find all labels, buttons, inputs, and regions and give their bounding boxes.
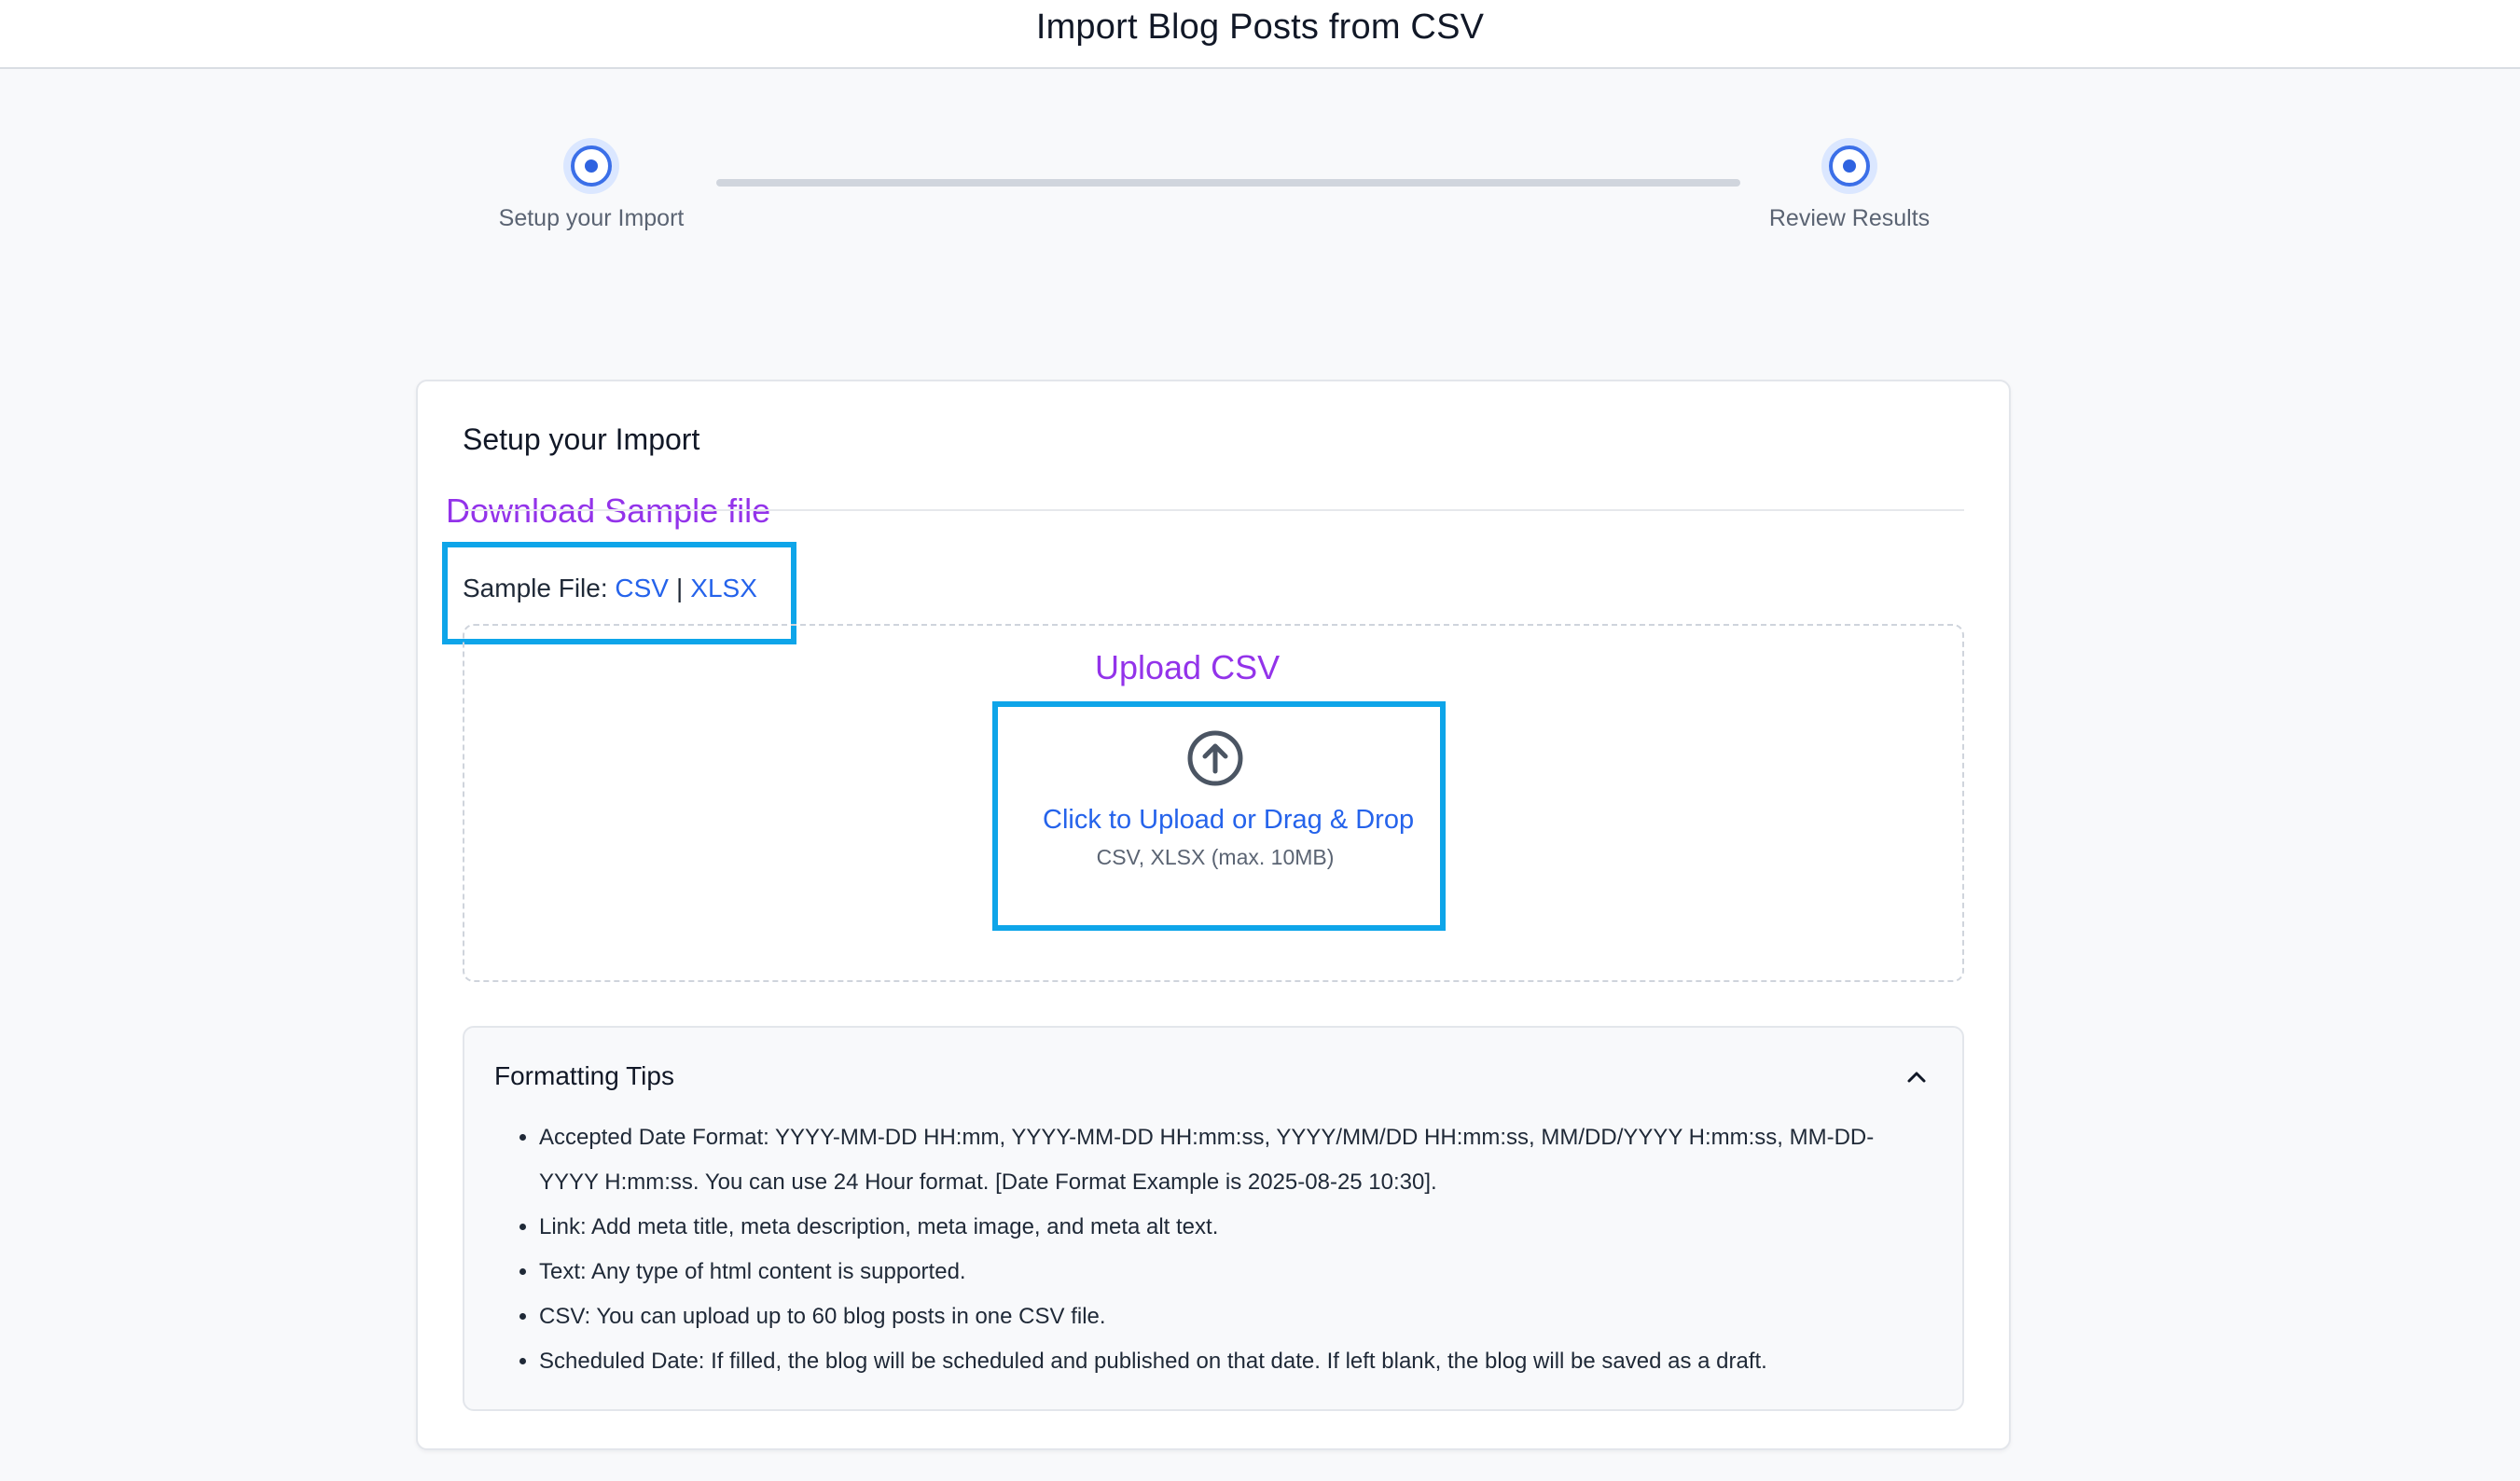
step-setup-import[interactable]: Setup your Import	[451, 138, 731, 232]
card-divider	[463, 509, 1964, 511]
setup-import-card: Setup your Import Download Sample file S…	[416, 380, 2011, 1450]
list-item: Scheduled Date: If filled, the blog will…	[539, 1339, 1931, 1384]
list-item: Link: Add meta title, meta description, …	[539, 1205, 1931, 1250]
step-indicator-icon	[563, 138, 619, 194]
annotation-upload-csv: Upload CSV	[1095, 648, 1281, 686]
step-indicator-icon	[1821, 138, 1877, 194]
stepper-progress-line	[716, 179, 1740, 187]
step-label: Review Results	[1768, 205, 1931, 231]
formatting-tips-title: Formatting Tips	[494, 1061, 674, 1090]
list-item: Accepted Date Format: YYYY-MM-DD HH:mm, …	[539, 1115, 1931, 1205]
list-item: Text: Any type of html content is suppor…	[539, 1250, 1931, 1294]
list-item: CSV: You can upload up to 60 blog posts …	[539, 1294, 1931, 1339]
card-title: Setup your Import	[463, 422, 700, 456]
annotation-box-upload	[992, 701, 1446, 931]
import-stepper: Setup your Import Review Results	[0, 0, 2520, 280]
formatting-tips-list: Accepted Date Format: YYYY-MM-DD HH:mm, …	[494, 1115, 1931, 1384]
chevron-up-icon[interactable]	[1904, 1065, 1929, 1089]
step-review-results[interactable]: Review Results	[1710, 138, 1989, 232]
formatting-tips-panel: Formatting Tips Accepted Date Format: YY…	[463, 1026, 1964, 1411]
annotation-download-sample: Download Sample file	[446, 491, 771, 530]
step-label: Setup your Import	[498, 205, 685, 231]
